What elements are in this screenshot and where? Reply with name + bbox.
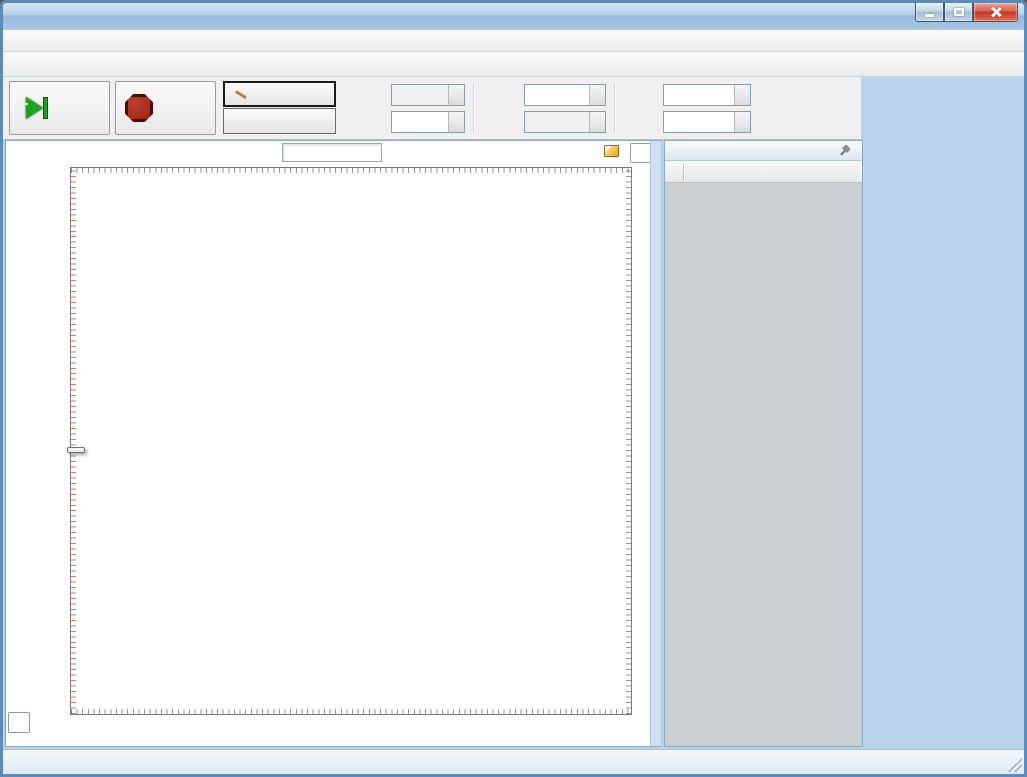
measurements-panel	[664, 140, 863, 747]
top-tick-ruler	[71, 168, 631, 173]
waveforms-logo-icon	[9, 9, 25, 25]
x-axis-options-button[interactable]	[8, 712, 30, 733]
plot-properties-button[interactable]	[604, 145, 620, 157]
plot-area[interactable]	[70, 167, 632, 715]
status-bar	[3, 749, 1024, 774]
stop-button[interactable]	[115, 81, 216, 135]
minimize-icon	[925, 14, 934, 17]
mode-select[interactable]	[391, 111, 465, 133]
chevron-down-icon	[448, 85, 464, 105]
app-window	[0, 0, 1027, 777]
autoset-button[interactable]	[223, 81, 336, 107]
bottom-tick-ruler	[71, 709, 631, 714]
single-icon	[19, 94, 51, 122]
close-icon	[990, 7, 1002, 17]
single-button[interactable]	[9, 81, 110, 135]
measurement-tooltip	[67, 447, 85, 453]
minimize-button[interactable]	[915, 3, 944, 22]
scope-measurements-splitter[interactable]	[650, 141, 662, 746]
buffer-select[interactable]	[391, 84, 465, 106]
menu-bar	[3, 30, 1024, 52]
type-select[interactable]	[524, 111, 606, 133]
level-select[interactable]	[663, 111, 751, 133]
toolbar	[3, 52, 1024, 77]
chevron-down-icon	[589, 85, 605, 105]
trigger-status	[282, 143, 382, 162]
close-button[interactable]	[973, 3, 1018, 22]
properties-icon	[604, 145, 619, 157]
cond-select[interactable]	[663, 84, 751, 106]
chevron-down-icon	[448, 112, 464, 132]
control-bar	[3, 77, 861, 140]
maximize-icon	[954, 8, 964, 16]
measurements-title-bar	[665, 141, 862, 161]
chevron-down-icon	[734, 85, 750, 105]
pin-icon[interactable]	[837, 143, 853, 159]
autoset-wand-icon	[233, 87, 249, 102]
scope-header	[6, 141, 661, 165]
source-select[interactable]	[524, 84, 606, 106]
maximize-button[interactable]	[944, 3, 973, 22]
title-bar	[3, 3, 1024, 30]
chevron-down-icon	[734, 112, 750, 132]
resize-grip[interactable]	[1008, 758, 1022, 772]
measurements-toolbar	[665, 161, 862, 183]
right-tick-ruler	[626, 168, 631, 714]
chevron-down-icon	[589, 112, 605, 132]
add-channel-button[interactable]	[223, 108, 336, 134]
scope-panel	[5, 140, 662, 747]
left-tick-ruler	[71, 168, 76, 714]
stop-icon	[125, 94, 153, 122]
add-channel-icon	[232, 114, 248, 129]
